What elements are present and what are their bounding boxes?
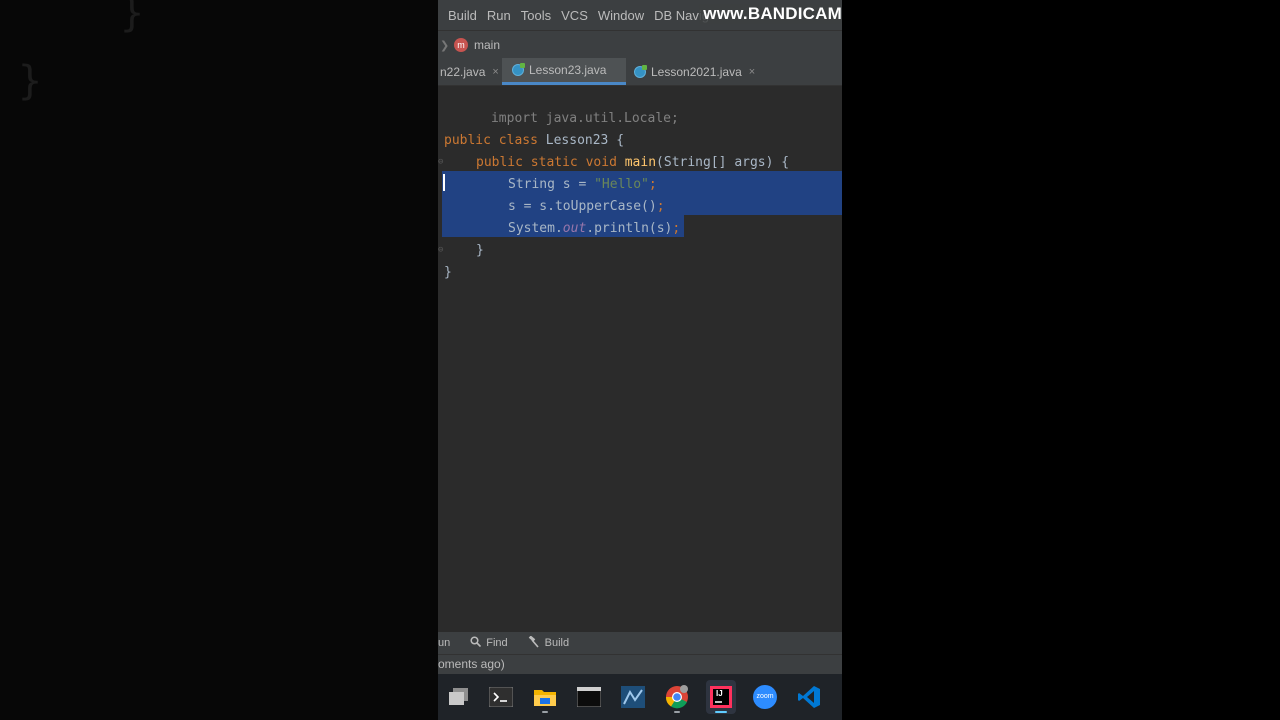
java-class-icon <box>512 63 525 76</box>
java-class-icon <box>634 64 647 78</box>
search-icon <box>470 636 482 650</box>
console-app[interactable] <box>574 680 604 714</box>
method-icon: m <box>454 38 468 52</box>
fold-icon[interactable]: ⊖ <box>438 157 443 167</box>
tool-build[interactable]: Build <box>528 634 569 651</box>
code-line-uppercase: s = s.toUpperCase(); <box>508 199 665 214</box>
vscode-icon <box>798 686 820 708</box>
status-message: oments ago) <box>438 657 505 671</box>
close-icon[interactable]: × <box>492 66 498 78</box>
menu-build[interactable]: Build <box>448 8 477 23</box>
windows-taskbar: IJ zoom <box>438 674 842 720</box>
fold-end-icon[interactable]: ⊖ <box>438 245 443 255</box>
chrome-app[interactable] <box>662 680 692 714</box>
window-stack-icon <box>449 688 468 705</box>
tab-label: Lesson2021.java <box>651 64 742 79</box>
code-line-method: public static void main(String[] args) { <box>476 155 790 170</box>
code-line-close-class: } <box>444 265 452 280</box>
background-right <box>842 0 1280 720</box>
hammer-icon <box>528 634 540 651</box>
tab-lesson2021[interactable]: Lesson2021.java × <box>634 58 755 85</box>
tab-label: Lesson23.java <box>529 63 607 77</box>
files-app[interactable] <box>530 680 560 714</box>
code-line-close-method: } <box>476 243 484 258</box>
tab-lesson23[interactable]: Lesson23.java <box>502 58 626 85</box>
code-line-string-decl: String s = "Hello"; <box>508 177 657 192</box>
editor-tab-bar: n22.java × Lesson23.java Lesson2021.java… <box>438 58 842 86</box>
ide-window: Build Run Tools VCS Window DB Navig www.… <box>438 0 842 720</box>
code-line-println: System.out.println(s); <box>508 221 681 236</box>
code-editor[interactable]: import java.util.Locale; public class Le… <box>438 86 842 630</box>
menu-bar: Build Run Tools VCS Window DB Navig www.… <box>438 0 842 30</box>
zoom-icon: zoom <box>753 685 777 709</box>
tab-label: n22.java <box>440 64 486 79</box>
chevron-right-icon: ❯ <box>440 38 450 52</box>
status-bar: oments ago) <box>438 654 842 675</box>
ghost-brace: } <box>120 0 145 36</box>
menu-tools[interactable]: Tools <box>521 8 551 23</box>
text-caret <box>443 174 445 191</box>
menu-window[interactable]: Window <box>598 8 644 23</box>
background-blurred-left: } } <box>0 0 438 720</box>
terminal-icon <box>489 687 513 707</box>
running-indicator <box>542 711 548 713</box>
folder-icon <box>534 690 556 706</box>
git-icon <box>621 686 645 708</box>
navigation-bar: ❯ m main <box>438 30 842 59</box>
intellij-label: IJ <box>716 689 723 698</box>
terminal-app[interactable] <box>486 680 516 714</box>
explorer-app[interactable] <box>443 680 473 714</box>
close-icon[interactable]: × <box>749 66 755 78</box>
vscode-app[interactable] <box>794 680 824 714</box>
code-line-class: public class Lesson23 { <box>444 133 625 148</box>
tool-window-bar: un Find Build <box>438 632 842 654</box>
intellij-app[interactable]: IJ <box>706 680 736 714</box>
menu-run[interactable]: Run <box>487 8 511 23</box>
active-indicator <box>715 711 727 713</box>
zoom-app[interactable]: zoom <box>750 680 780 714</box>
git-app[interactable] <box>618 680 648 714</box>
running-indicator <box>674 711 680 713</box>
breadcrumb-method[interactable]: main <box>474 38 500 52</box>
console-icon <box>577 687 601 707</box>
tab-lesson22[interactable]: n22.java × <box>438 58 505 85</box>
chrome-icon <box>665 685 688 709</box>
code-line-import: import java.util.Locale; <box>490 111 679 126</box>
tool-run[interactable]: un <box>438 637 450 649</box>
bandicam-watermark: www.BANDICAM <box>699 4 842 24</box>
menu-vcs[interactable]: VCS <box>561 8 588 23</box>
ghost-brace: } <box>18 58 43 104</box>
tool-find[interactable]: Find <box>470 636 508 650</box>
